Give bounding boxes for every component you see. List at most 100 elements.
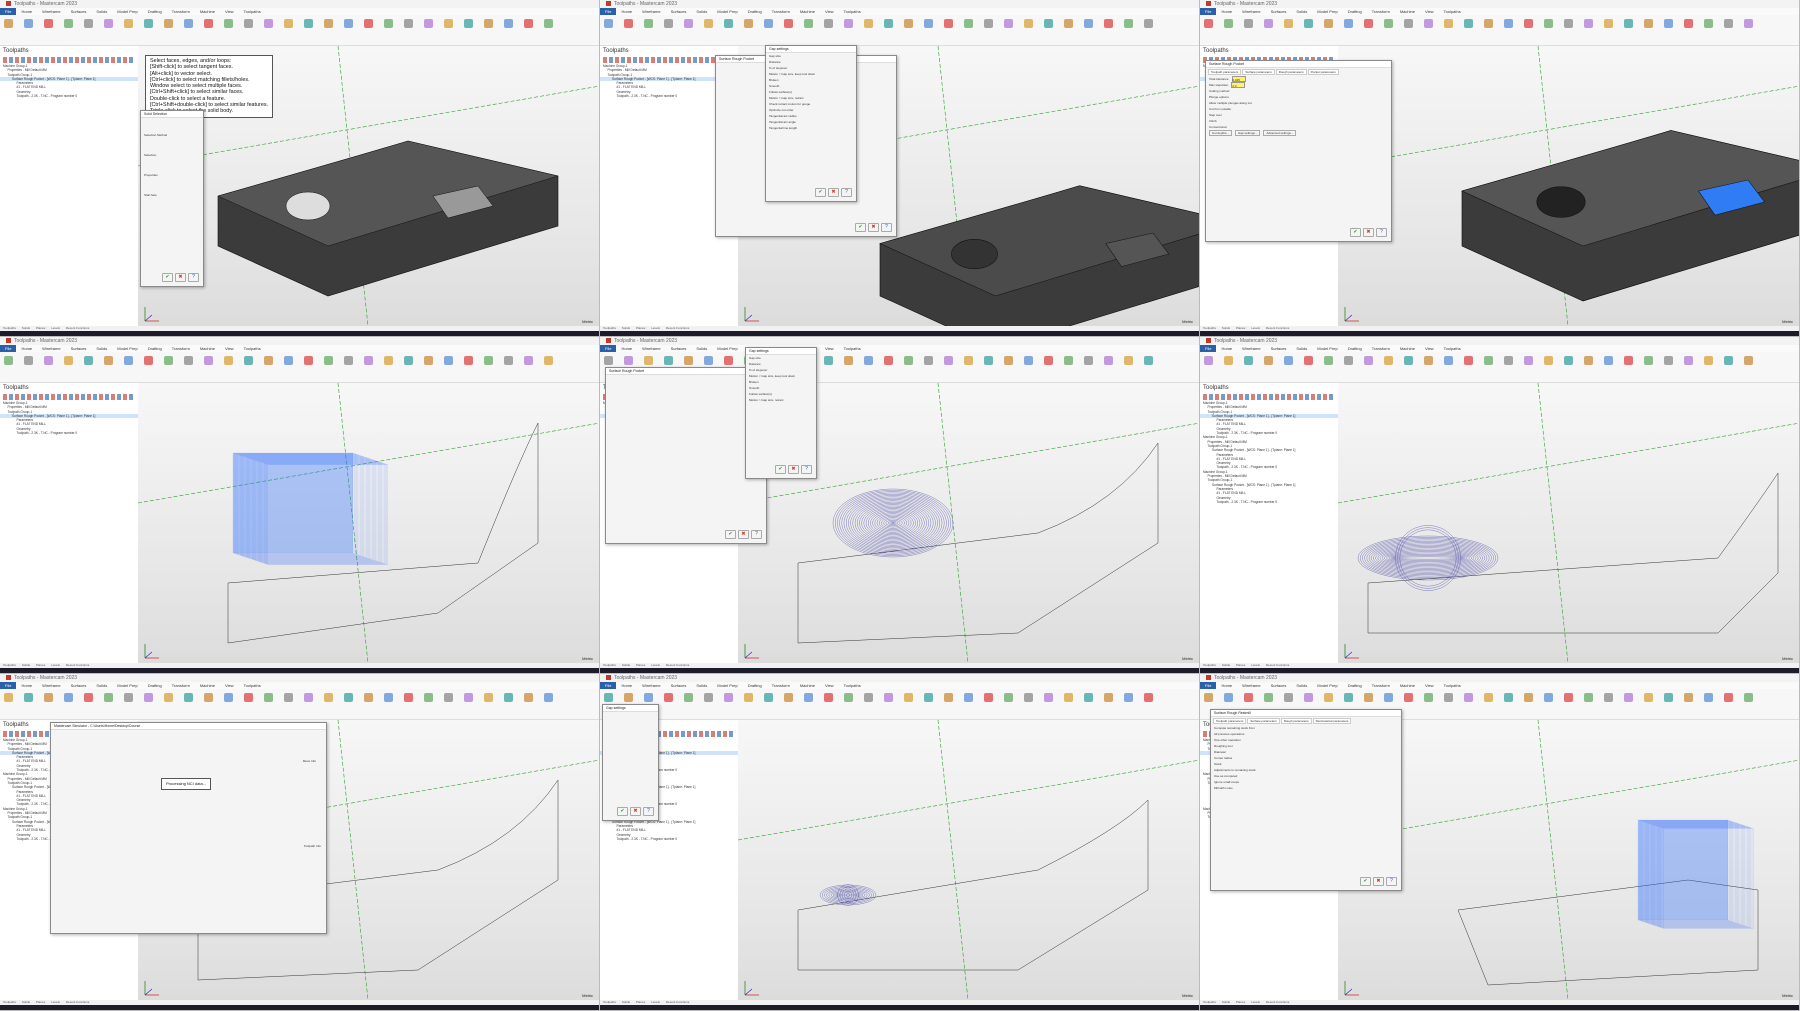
manager-tab[interactable]: Planes	[36, 663, 45, 667]
dialog-tab[interactable]: Pocket parameters	[1307, 69, 1339, 75]
ribbon-tool-icon[interactable]	[864, 356, 873, 365]
ribbon-tool-icon[interactable]	[864, 19, 873, 28]
ribbon-tool-icon[interactable]	[1344, 19, 1353, 28]
ribbon-tool-icon[interactable]	[1024, 19, 1033, 28]
ribbon-tab[interactable]: Surfaces	[666, 345, 692, 352]
ribbon-tool-icon[interactable]	[484, 19, 493, 28]
cancel-button[interactable]: ✖	[738, 530, 749, 539]
ribbon-tool-icon[interactable]	[1144, 356, 1153, 365]
ribbon-tool-icon[interactable]	[1444, 19, 1453, 28]
manager-tab[interactable]: Solids	[22, 326, 30, 330]
ribbon-tool-icon[interactable]	[184, 693, 193, 702]
manager-tab[interactable]: Levels	[1251, 326, 1260, 330]
ribbon-tool-icon[interactable]	[1664, 19, 1673, 28]
ribbon-tool-icon[interactable]	[1084, 19, 1093, 28]
ribbon-tool-icon[interactable]	[124, 693, 133, 702]
ribbon-tab[interactable]: View	[220, 345, 239, 352]
ribbon-tool-icon[interactable]	[1204, 693, 1213, 702]
manager-tab[interactable]: Recent Functions	[66, 326, 89, 330]
ribbon-tool-icon[interactable]	[1544, 19, 1553, 28]
ribbon-tab[interactable]: Machine	[1395, 345, 1420, 352]
ribbon-tab[interactable]: Wireframe	[1237, 345, 1265, 352]
file-tab[interactable]: File	[0, 345, 17, 352]
manager-tab[interactable]: Levels	[1251, 1000, 1260, 1004]
ribbon-tab[interactable]: Toolpaths	[839, 345, 866, 352]
ribbon-tool-icon[interactable]	[1444, 693, 1453, 702]
ribbon-tool-icon[interactable]	[684, 19, 693, 28]
manager-tab[interactable]: Recent Functions	[666, 1000, 689, 1004]
graphics-viewport[interactable]: Metric	[1338, 720, 1799, 1000]
ribbon-tool-icon[interactable]	[44, 356, 53, 365]
ribbon-tool-icon[interactable]	[204, 19, 213, 28]
ribbon-tool-icon[interactable]	[1424, 356, 1433, 365]
ribbon-tool-icon[interactable]	[1564, 356, 1573, 365]
ribbon-tool-icon[interactable]	[644, 19, 653, 28]
ribbon-tab[interactable]: Model Prep	[1312, 8, 1342, 15]
ribbon-tool-icon[interactable]	[304, 356, 313, 365]
manager-tab[interactable]: Recent Functions	[66, 663, 89, 667]
ribbon-tab[interactable]: Solids	[691, 682, 712, 689]
ribbon-tool-icon[interactable]	[84, 693, 93, 702]
manager-tab[interactable]: Levels	[1251, 663, 1260, 667]
ribbon-tool-icon[interactable]	[424, 693, 433, 702]
ribbon-tab[interactable]: Surfaces	[1266, 8, 1292, 15]
ribbon-tab[interactable]: Drafting	[1343, 345, 1367, 352]
ribbon-tool-icon[interactable]	[1484, 693, 1493, 702]
wireframe-model[interactable]	[1338, 720, 1799, 1000]
manager-tab[interactable]: Recent Functions	[66, 1000, 89, 1004]
ribbon-tool-icon[interactable]	[1524, 19, 1533, 28]
ribbon-tool-icon[interactable]	[44, 19, 53, 28]
wireframe-model[interactable]	[738, 720, 1199, 1000]
ribbon-tool-icon[interactable]	[1464, 356, 1473, 365]
ribbon-tool-icon[interactable]	[1624, 356, 1633, 365]
ribbon-tab[interactable]: Model Prep	[712, 8, 742, 15]
ribbon-tool-icon[interactable]	[1344, 693, 1353, 702]
ribbon-tab[interactable]: Wireframe	[37, 682, 65, 689]
manager-tab[interactable]: Solids	[1222, 1000, 1230, 1004]
ribbon-tool-icon[interactable]	[984, 19, 993, 28]
manager-tab[interactable]: Levels	[51, 1000, 60, 1004]
ribbon-tab[interactable]: Drafting	[143, 682, 167, 689]
ribbon-tool-icon[interactable]	[104, 356, 113, 365]
ribbon-tool-icon[interactable]	[1524, 693, 1533, 702]
ok-button[interactable]: ✔	[775, 465, 786, 474]
ribbon-tool-icon[interactable]	[284, 19, 293, 28]
ribbon-tool-icon[interactable]	[104, 19, 113, 28]
ribbon-tool-icon[interactable]	[224, 356, 233, 365]
gap-setting-row[interactable]: Motion > Gap size, retract	[746, 397, 816, 403]
file-tab[interactable]: File	[1200, 345, 1217, 352]
ribbon-tool-icon[interactable]	[1504, 19, 1513, 28]
ribbon-tool-icon[interactable]	[844, 356, 853, 365]
ribbon-tab[interactable]: Surfaces	[66, 682, 92, 689]
cancel-button[interactable]: ✖	[1373, 877, 1384, 886]
ribbon-tool-icon[interactable]	[1404, 356, 1413, 365]
ribbon-tool-icon[interactable]	[64, 19, 73, 28]
ribbon-tool-icon[interactable]	[484, 693, 493, 702]
ribbon-tab[interactable]: View	[1420, 8, 1439, 15]
ribbon-tool-icon[interactable]	[1404, 19, 1413, 28]
solid-model[interactable]	[1338, 46, 1799, 326]
help-button[interactable]: ?	[1376, 228, 1387, 237]
ribbon-tool-icon[interactable]	[604, 693, 613, 702]
file-tab[interactable]: File	[600, 8, 617, 15]
ribbon-tool-icon[interactable]	[1564, 693, 1573, 702]
ribbon-tool-icon[interactable]	[324, 19, 333, 28]
manager-tab[interactable]: Planes	[1236, 1000, 1245, 1004]
ribbon-tab[interactable]: Drafting	[143, 345, 167, 352]
ribbon-tab[interactable]: Wireframe	[1237, 682, 1265, 689]
ribbon-tool-icon[interactable]	[904, 693, 913, 702]
ribbon-tool-icon[interactable]	[1484, 356, 1493, 365]
ribbon-tab[interactable]: Transform	[767, 682, 795, 689]
ribbon-tool-icon[interactable]	[264, 356, 273, 365]
ribbon-tool-icon[interactable]	[784, 693, 793, 702]
ribbon-tab[interactable]: View	[820, 682, 839, 689]
help-button[interactable]: ?	[881, 223, 892, 232]
graphics-viewport[interactable]: Metric	[1338, 46, 1799, 326]
ribbon-tool-icon[interactable]	[1524, 356, 1533, 365]
ribbon-tool-icon[interactable]	[164, 19, 173, 28]
ribbon-tool-icon[interactable]	[824, 356, 833, 365]
file-tab[interactable]: File	[0, 8, 17, 15]
ribbon-tool-icon[interactable]	[964, 19, 973, 28]
ribbon-tool-icon[interactable]	[464, 693, 473, 702]
manager-tab[interactable]: Planes	[636, 663, 645, 667]
